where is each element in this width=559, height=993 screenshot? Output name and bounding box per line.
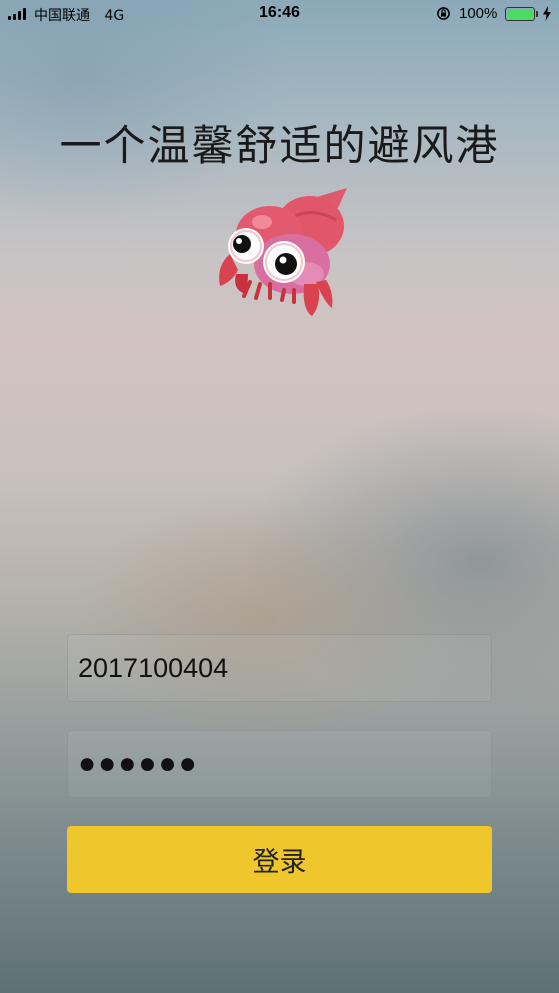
page-title: 一个温馨舒适的避风港 — [59, 121, 500, 170]
charging-icon — [543, 6, 551, 21]
battery-percent: 100% — [459, 5, 498, 22]
login-button[interactable]: 登录 — [67, 826, 492, 893]
password-field[interactable] — [67, 730, 492, 798]
rotation-lock-icon — [437, 7, 450, 20]
password-input[interactable] — [68, 731, 491, 797]
login-screen: 中国联通 4G 16:46 100% 一个温馨舒适的避风港 2017100404… — [0, 0, 559, 993]
username-field[interactable] — [67, 634, 492, 702]
username-input[interactable] — [68, 635, 491, 701]
hermit-crab-icon — [219, 188, 347, 316]
status-bar: 中国联通 4G 16:46 100% — [0, 0, 559, 30]
battery-icon — [505, 7, 535, 21]
